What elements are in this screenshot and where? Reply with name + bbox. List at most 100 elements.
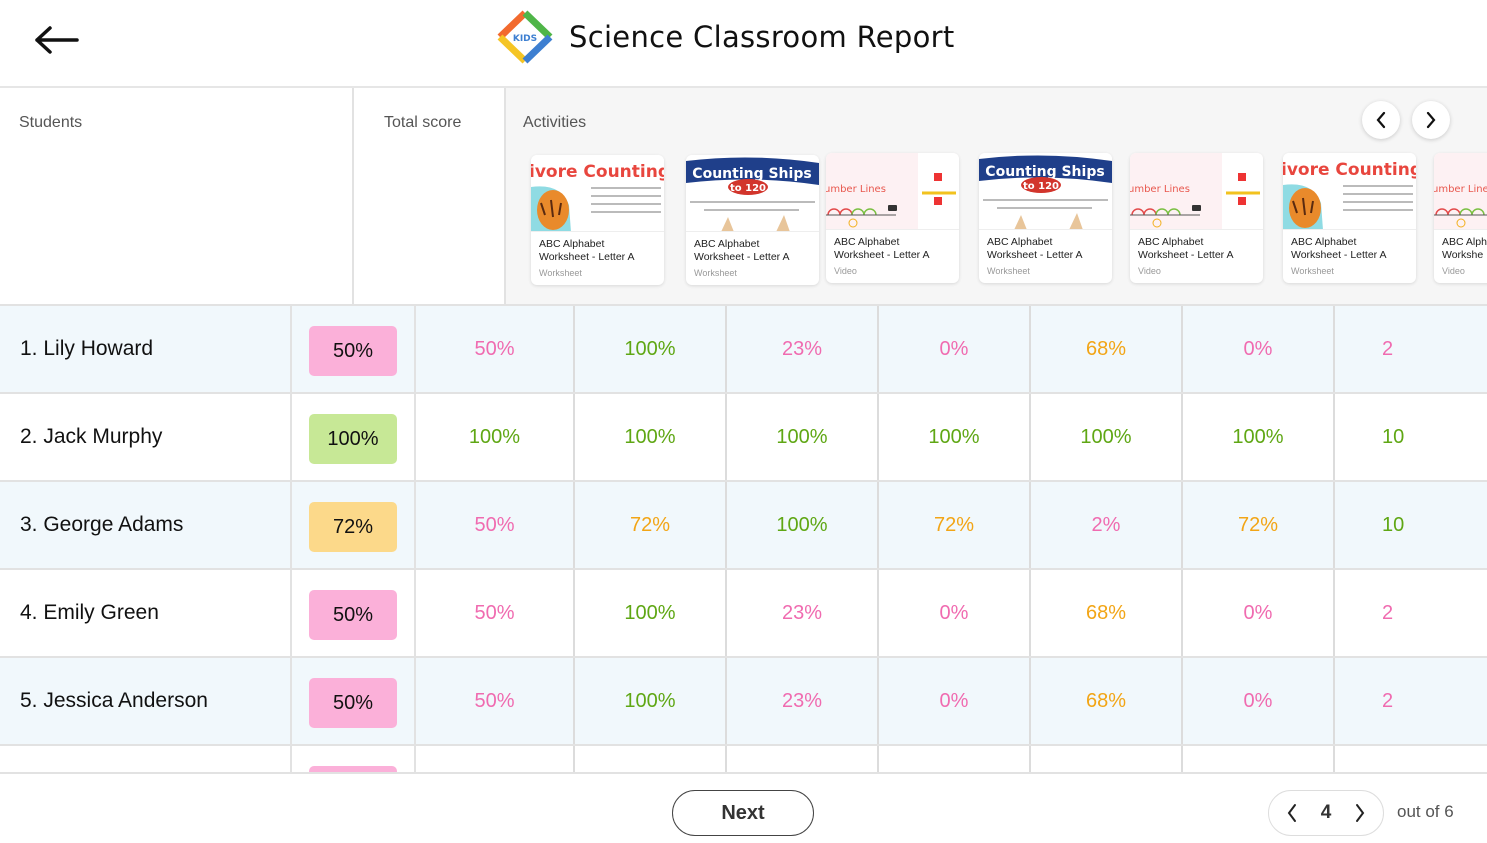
activity-score-cell[interactable]: 2 [1335,658,1487,744]
activity-score-cell[interactable]: 68% [1031,658,1183,744]
activity-score-cell[interactable]: 0% [879,570,1031,656]
activity-card[interactable]: umber Lines ABC AlphWorkshe Video [1434,153,1487,283]
activity-thumbnail: Counting Ships to 120 [686,155,819,232]
table-row[interactable]: 5. Jessica Anderson 50% 50% 100% 23% 0% 68% 0% 2 [0,658,1487,746]
svg-text:ivore Counting to: ivore Counting to [531,162,664,182]
svg-text:umber Lines: umber Lines [826,184,886,195]
next-page-button[interactable] [1351,801,1369,825]
activity-score-cell[interactable]: 100% [1031,394,1183,480]
table-row-partial [0,746,1487,772]
activity-type: Worksheet [539,268,582,278]
top-bar: KIDS Science Classroom Report [0,0,1487,88]
activity-score-cell [727,746,879,772]
activity-score-cell[interactable]: 2 [1335,570,1487,656]
activities-scroll-left-button[interactable] [1362,101,1400,139]
chevron-left-icon [1287,804,1296,822]
activity-title-line1: ABC Alphabet [694,238,760,250]
activity-score-cell [416,746,575,772]
back-button[interactable] [30,20,82,60]
activity-type: Worksheet [987,266,1030,276]
activity-score-cell[interactable]: 100% [879,394,1031,480]
student-rows: 1. Lily Howard 50% 50% 100% 23% 0% 68% 0% 2 2. Ja… [0,306,1487,772]
activities-header: Activities ivore Counting to ABC Alphabe… [506,88,1487,306]
activity-score-cell[interactable]: 23% [727,570,879,656]
activity-score-cell[interactable]: 50% [416,306,575,392]
activity-score-cell[interactable]: 2 [1335,306,1487,392]
table-row[interactable]: 4. Emily Green 50% 50% 100% 23% 0% 68% 0% 2 [0,570,1487,658]
activity-score-cell[interactable]: 23% [727,658,879,744]
activity-score-cell[interactable]: 72% [1183,482,1335,568]
activity-card[interactable]: umber Lines ABC Alphabet Worksheet - Lett… [1130,153,1263,283]
students-header-label: Students [19,114,83,131]
activity-type: Video [1442,266,1465,276]
activity-score-cell[interactable]: 50% [416,570,575,656]
activity-score-cell[interactable]: 50% [416,482,575,568]
total-score-cell: 50% [292,306,416,392]
total-pages-label: out of 6 [1397,802,1454,821]
activity-score-cell[interactable]: 10 [1335,394,1487,480]
total-score-cell: 100% [292,394,416,480]
prev-page-button[interactable] [1283,801,1301,825]
table-row[interactable]: 1. Lily Howard 50% 50% 100% 23% 0% 68% 0% 2 [0,306,1487,394]
activity-score-cell[interactable]: 100% [416,394,575,480]
activity-score-cell[interactable]: 50% [416,658,575,744]
kids-logo-icon: KIDS [497,10,553,64]
student-name: 1. Lily Howard [0,306,293,392]
activity-card[interactable]: Counting Ships to 120 ABC Alphabet Worksh… [686,155,819,285]
current-page: 4 [1320,802,1332,823]
activity-score-cell[interactable]: 0% [1183,658,1335,744]
activity-score-cell[interactable]: 100% [1183,394,1335,480]
activity-score-cell[interactable]: 0% [879,658,1031,744]
activity-title: ABC Alphabet Worksheet - Letter A [1283,230,1416,262]
activity-score-cell[interactable]: 23% [727,306,879,392]
activity-score-cell[interactable]: 68% [1031,570,1183,656]
activity-title-line1: ABC Alphabet [987,236,1053,248]
activity-card[interactable]: ivore Counting to ABC AlphabetWorksheet … [1283,153,1416,283]
activity-thumbnail: umber Lines [1130,153,1263,230]
svg-text:ivore Counting to: ivore Counting to [1283,160,1416,180]
activity-score-cell[interactable]: 72% [575,482,727,568]
activity-score-cell[interactable]: 100% [727,394,879,480]
activity-score-cell [879,746,1031,772]
svg-text:umber Lines: umber Lines [1434,184,1487,195]
activity-score-cell[interactable]: 100% [575,658,727,744]
activity-score-cell[interactable]: 100% [727,482,879,568]
arrow-left-icon [35,26,79,54]
activity-title: ABC Alph Workshe [1434,230,1487,262]
activity-score-cell[interactable]: 100% [575,394,727,480]
student-name: 4. Emily Green [0,570,293,656]
total-score-cell: 72% [292,482,416,568]
activity-score-cell[interactable]: 10 [1335,482,1487,568]
total-score-header-label: Total score [384,114,462,131]
activity-title: ABC Alphabet Worksheet - Letter A [1130,230,1263,262]
activity-score-cell[interactable]: 72% [879,482,1031,568]
student-name: 2. Jack Murphy [0,394,293,480]
activity-type: Worksheet [694,268,737,278]
activity-score-cell[interactable]: 0% [1183,570,1335,656]
table-row[interactable]: 3. George Adams 72% 50% 72% 100% 72% 2% 72% 10 [0,482,1487,570]
page-title: Science Classroom Report [569,20,955,54]
total-score-badge: 100% [309,414,397,464]
activity-score-cell[interactable]: 0% [1183,306,1335,392]
activity-score-cell[interactable]: 0% [879,306,1031,392]
student-name [0,746,293,772]
activity-title: ABC Alphabet Worksheet - Letter A [979,230,1112,262]
activity-score-cell[interactable]: 2% [1031,482,1183,568]
title-area: KIDS Science Classroom Report [497,10,955,64]
activity-thumbnail: ivore Counting to [531,155,664,232]
activity-score-cell[interactable]: 100% [575,570,727,656]
activity-thumbnail: ivore Counting to [1283,153,1416,230]
activities-scroll-right-button[interactable] [1412,101,1450,139]
activity-card[interactable]: Counting Ships to 120 ABC Alphabet Worksh… [979,153,1112,283]
activity-score-cell[interactable]: 68% [1031,306,1183,392]
activity-title: ABC Alphabet Worksheet - Letter A [826,230,959,262]
activity-score-cell[interactable]: 100% [575,306,727,392]
activity-thumbnail: umber Lines [1434,153,1487,230]
table-row[interactable]: 2. Jack Murphy 100% 100% 100% 100% 100% 100% 10… [0,394,1487,482]
activity-card[interactable]: ivore Counting to ABC AlphabetWorksheet … [531,155,664,285]
next-button[interactable]: Next [672,790,814,836]
activity-card[interactable]: umber Lines ABC Alphabet Worksheet - Lett… [826,153,959,283]
activity-title-line2: Workshe [1442,249,1484,261]
activity-thumbnail: Counting Ships to 120 [979,153,1112,230]
chevron-left-icon [1376,111,1386,129]
